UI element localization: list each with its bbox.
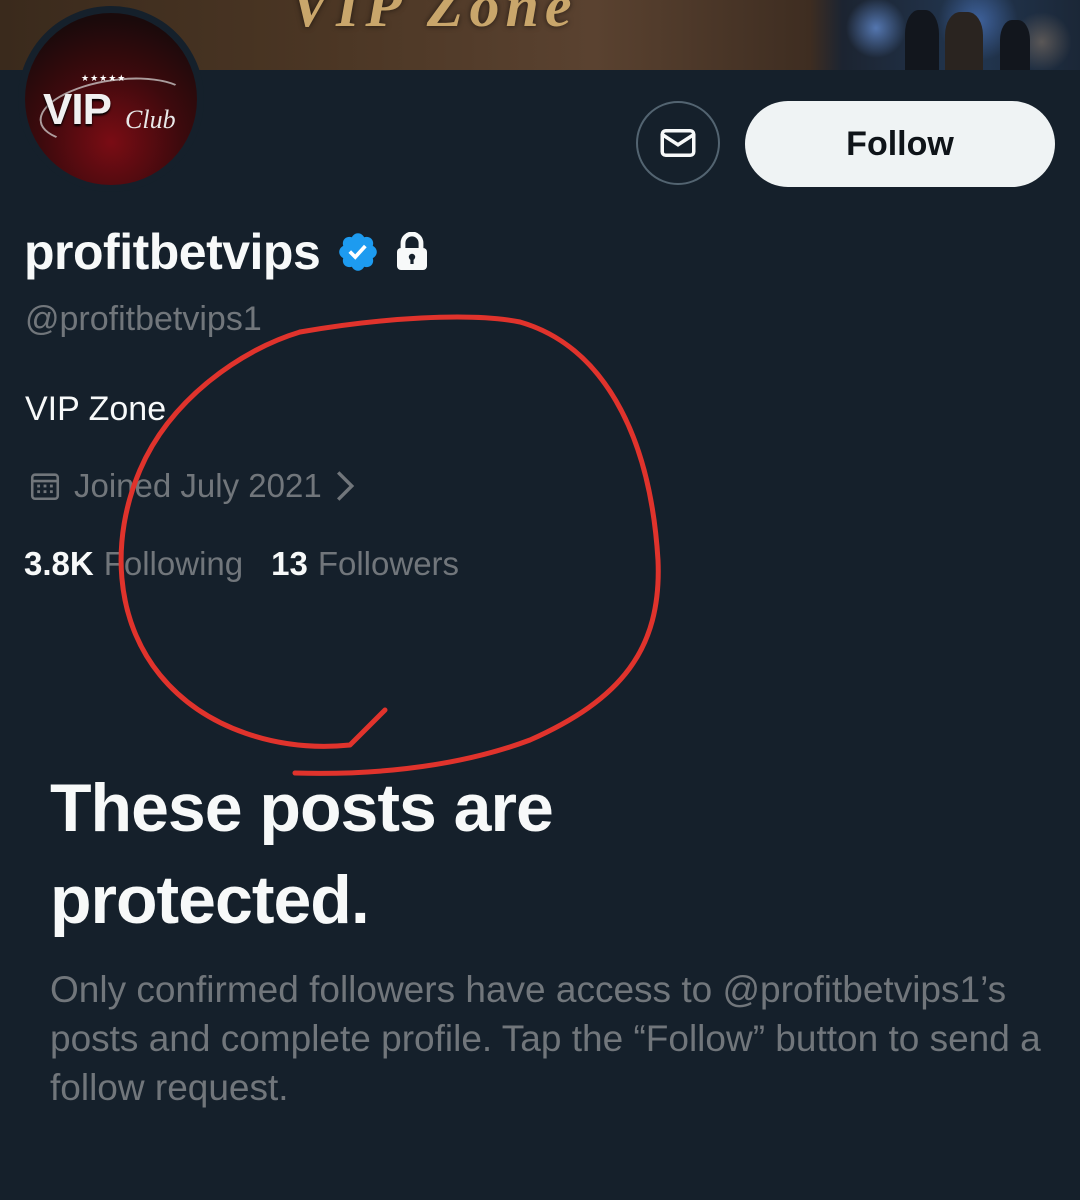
profile-bio: VIP Zone (25, 390, 167, 428)
follow-button[interactable]: Follow (745, 101, 1055, 187)
banner-photo (825, 0, 1080, 70)
joined-date: Joined July 2021 (74, 467, 322, 504)
avatar-stars: ★★★★★ (81, 73, 127, 83)
followers-link[interactable]: 13 Followers (271, 545, 459, 583)
avatar-logo-main: VIP (43, 85, 112, 134)
followers-count: 13 (271, 545, 308, 582)
display-name: profitbetvips (24, 224, 321, 280)
message-button[interactable] (636, 101, 720, 185)
calendar-icon (30, 473, 60, 501)
banner-text: VIP Zone (290, 0, 578, 39)
following-label: Following (103, 545, 244, 582)
profile-handle: @profitbetvips1 (25, 300, 262, 338)
followers-label: Followers (317, 545, 460, 582)
verified-badge-icon[interactable] (336, 230, 380, 274)
following-count: 3.8K (24, 545, 94, 582)
protected-message: Only confirmed followers have access to … (50, 969, 1041, 1108)
following-link[interactable]: 3.8K Following (24, 545, 243, 583)
protected-title: These posts are protected. (50, 770, 554, 938)
avatar[interactable]: ★★★★★ VIP Club (18, 6, 204, 192)
lock-icon (397, 232, 428, 270)
avatar-logo-sub: Club (125, 105, 176, 134)
chevron-right-icon (336, 471, 354, 501)
follow-stats: 3.8K Following 13 Followers (24, 544, 459, 584)
display-name-row: profitbetvips (24, 222, 430, 282)
envelope-icon (660, 129, 696, 157)
avatar-image: ★★★★★ VIP Club (25, 13, 197, 185)
joined-date-row[interactable]: Joined July 2021 (28, 466, 356, 506)
